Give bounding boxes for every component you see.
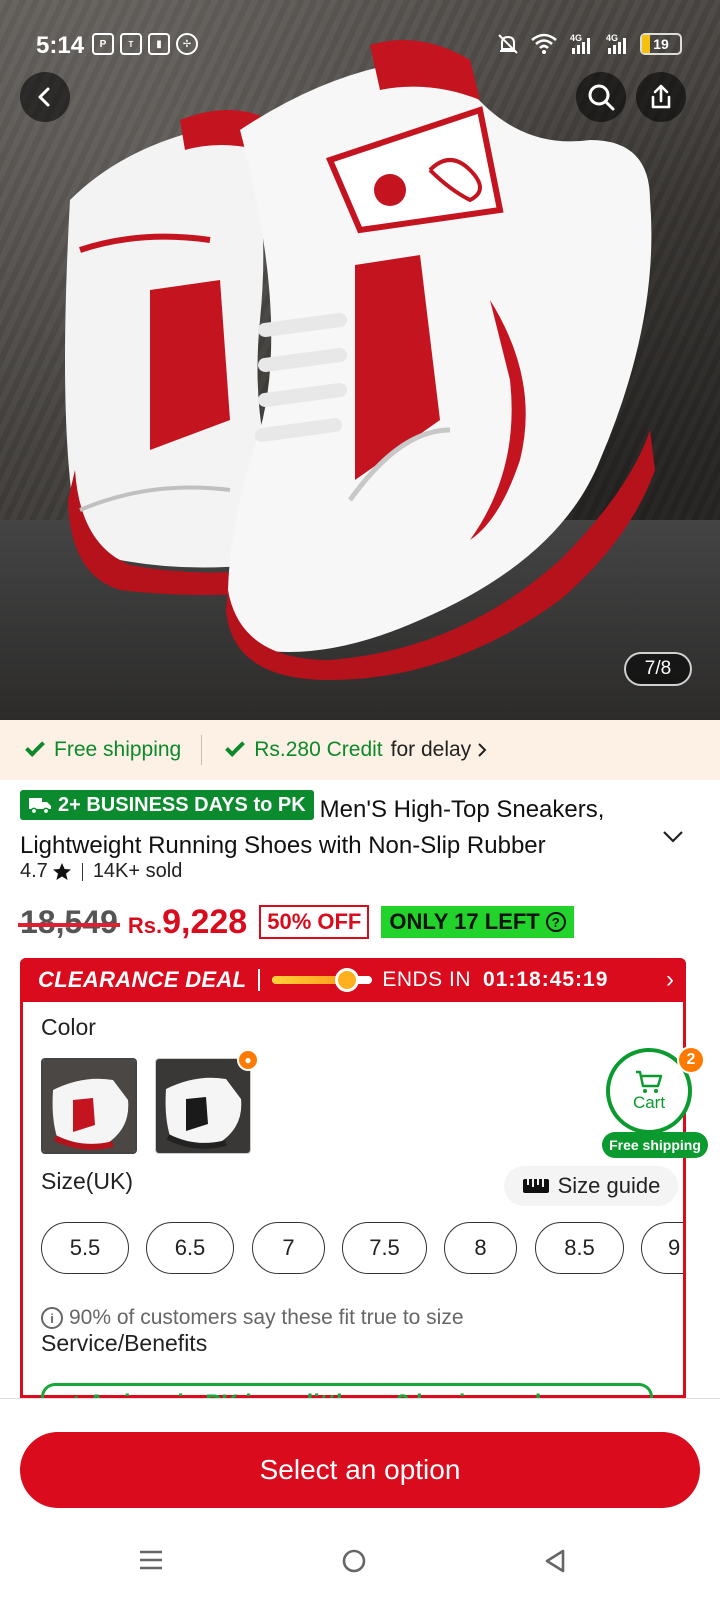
price-amount: 9,228: [162, 902, 248, 941]
cart-free-shipping-tag: Free shipping: [602, 1132, 708, 1158]
stock-left-badge[interactable]: ONLY 17 LEFT ?: [381, 906, 574, 938]
share-icon: [651, 84, 671, 109]
sold-count: 14K+ sold: [92, 860, 183, 882]
discount-badge: 50% OFF: [259, 905, 370, 939]
black-sneaker-thumbnail: [156, 1059, 250, 1153]
title-line-2: Lightweight Running Shoes with Non-Slip …: [20, 832, 546, 859]
notification-icons: P T ▮ ✢: [92, 33, 198, 55]
clearance-title: CLEARANCE DEAL: [38, 967, 247, 992]
size-guide-label: Size guide: [557, 1173, 661, 1198]
mute-bell-icon: [498, 34, 518, 54]
checkmark-icon: [25, 737, 45, 757]
countdown-timer: 01:18:45:19: [483, 968, 609, 991]
service-benefits-label: Service/Benefits: [41, 1330, 208, 1356]
help-icon: ?: [545, 912, 566, 932]
cart-icon: [636, 1070, 663, 1093]
sale-price: Rs.9,228: [128, 903, 247, 942]
checkmark-icon: [225, 737, 246, 757]
chevron-left-icon: [38, 87, 50, 107]
temu-app-icon: T: [120, 33, 142, 55]
size-option[interactable]: 8.5: [535, 1222, 624, 1274]
rating-row[interactable]: 4.7 14K+ sold: [20, 860, 182, 883]
divider: [81, 862, 83, 881]
chevron-right-icon: [478, 743, 487, 757]
ends-in-label: ENDS IN: [382, 968, 471, 991]
delivery-badge: 2+ BUSINESS DAYS to PK: [20, 790, 314, 820]
currency: Rs.: [127, 912, 163, 938]
chevron-right-icon: ›: [666, 966, 674, 993]
svg-text:4G: 4G: [606, 33, 618, 43]
pinwheel-icon: ✢: [176, 33, 198, 55]
size-option[interactable]: 8: [444, 1222, 517, 1274]
divider: [201, 735, 203, 765]
size-option[interactable]: 7: [252, 1222, 325, 1274]
size-option[interactable]: 6.5: [146, 1222, 234, 1274]
truck-icon: [29, 798, 51, 815]
divider: [258, 969, 261, 991]
product-title[interactable]: 2+ BUSINESS DAYS to PK Men'S High-Top Sn…: [20, 790, 660, 864]
clock-icon: [335, 968, 360, 992]
color-swatch-black[interactable]: [155, 1058, 251, 1154]
credit-amount: Rs.280 Credit: [254, 738, 383, 761]
search-button[interactable]: [576, 72, 626, 122]
fit-note: i 90% of customers say these fit true to…: [41, 1306, 464, 1330]
free-shipping-label: Free shipping: [54, 738, 182, 761]
fit-note-text: 90% of customers say these fit true to s…: [69, 1306, 464, 1329]
cart-count-badge: 2: [677, 1046, 705, 1074]
clearance-deal-banner[interactable]: CLEARANCE DEAL ENDS IN 01:18:45:19 ›: [20, 958, 686, 1002]
size-options: 5.5 6.5 7 7.5 8 8.5 9: [41, 1222, 683, 1276]
title-line-1: Men'S High-Top Sneakers,: [319, 796, 605, 823]
rating-value: 4.7: [20, 860, 48, 882]
signal-icon-2: 4G: [606, 33, 626, 54]
status-time: 5:14: [36, 32, 85, 59]
image-counter: 7/8: [624, 652, 692, 686]
size-guide-button[interactable]: Size guide: [504, 1166, 678, 1206]
home-icon[interactable]: [341, 1548, 367, 1574]
recent-apps-icon[interactable]: [138, 1548, 164, 1572]
shipping-info-strip[interactable]: Free shipping Rs.280 Credit for delay: [0, 720, 720, 780]
share-button[interactable]: [636, 72, 686, 122]
wifi-icon: [531, 33, 557, 54]
product-image-gallery[interactable]: 5:14 P T ▮ ✢ 4G 4G 19 7/8: [0, 0, 720, 720]
size-option[interactable]: 5.5: [41, 1222, 129, 1274]
battery-icon: 19: [640, 33, 682, 55]
search-icon: [588, 84, 615, 111]
expand-title-chevron-icon[interactable]: [662, 830, 684, 844]
svg-text:4G: 4G: [570, 33, 582, 43]
original-price: 18,549: [18, 903, 120, 940]
parking-app-icon: P: [92, 33, 114, 55]
stock-left-text: ONLY 17 LEFT: [389, 909, 540, 934]
red-sneaker-thumbnail: [43, 1060, 135, 1152]
front-shoe-illustration: [226, 40, 655, 680]
select-option-button[interactable]: Select an option: [20, 1432, 700, 1508]
credit-suffix: for delay: [390, 738, 472, 761]
size-option[interactable]: 9: [641, 1222, 683, 1274]
delivery-badge-text: 2+ BUSINESS DAYS to PK: [58, 794, 306, 816]
back-nav-icon[interactable]: [543, 1548, 567, 1574]
back-button[interactable]: [20, 72, 70, 122]
cart-label: Cart: [632, 1093, 666, 1112]
size-label: Size(UK): [41, 1168, 134, 1194]
signal-icon-1: 4G: [570, 33, 590, 54]
size-option[interactable]: 7.5: [342, 1222, 427, 1274]
price-row: 18,549 Rs.9,228 50% OFF ONLY 17 LEFT ?: [18, 900, 574, 944]
color-label: Color: [41, 1014, 96, 1040]
system-icons: 4G 4G 19: [496, 32, 682, 56]
ruler-icon: [522, 1179, 549, 1193]
info-icon: i: [41, 1307, 63, 1329]
color-swatch-red[interactable]: [41, 1058, 137, 1154]
fire-icon: ●: [237, 1049, 259, 1071]
star-icon: [52, 862, 71, 880]
sim-icon: ▮: [148, 33, 170, 55]
deal-progress-bar: [272, 968, 373, 992]
